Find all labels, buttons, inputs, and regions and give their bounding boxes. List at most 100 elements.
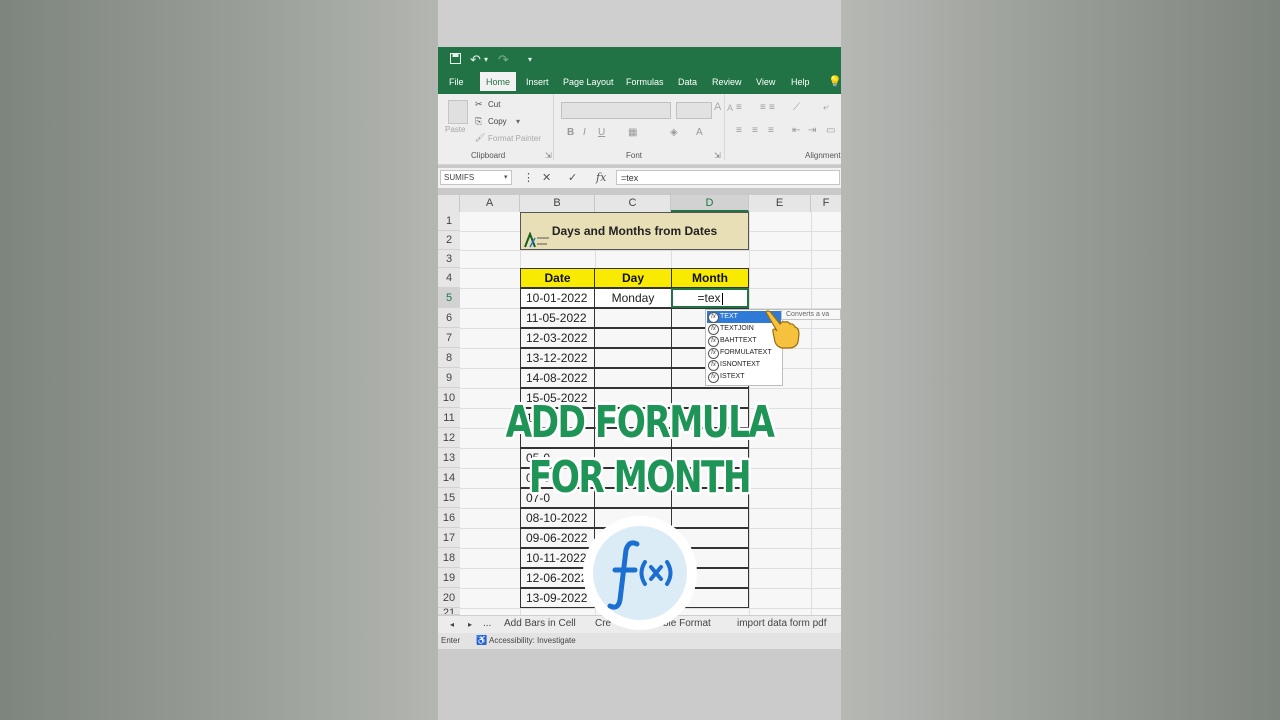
day-cell[interactable]: [594, 308, 672, 328]
increase-indent-icon[interactable]: ⇥: [808, 125, 816, 136]
clipboard-launcher-icon[interactable]: ⇲: [545, 151, 552, 160]
day-cell[interactable]: [594, 368, 672, 388]
sheet-title[interactable]: Days and Months from Dates: [520, 212, 749, 250]
select-all-corner[interactable]: [438, 195, 460, 212]
row-header[interactable]: 18: [438, 548, 460, 568]
align-center-icon[interactable]: ≡: [752, 125, 758, 136]
name-box-dropdown-icon[interactable]: ▾: [504, 173, 508, 181]
align-middle-icon[interactable]: ≡: [760, 102, 766, 113]
fill-color-icon[interactable]: ◈: [670, 127, 678, 138]
row-header[interactable]: 19: [438, 568, 460, 588]
font-color-icon[interactable]: A: [696, 127, 703, 138]
align-left-icon[interactable]: ≡: [736, 125, 742, 136]
tab-help[interactable]: Help: [791, 77, 810, 87]
date-cell[interactable]: 14-08-2022: [520, 368, 595, 388]
align-bottom-icon[interactable]: ≡: [769, 102, 775, 113]
undo-icon[interactable]: ↶: [470, 52, 481, 68]
row-header[interactable]: 3: [438, 250, 460, 268]
tab-insert[interactable]: Insert: [526, 77, 549, 87]
tab-file[interactable]: File: [449, 77, 464, 87]
autocomplete-item-isnontext[interactable]: fx ISNONTEXT: [707, 359, 781, 371]
column-header-b[interactable]: B: [520, 195, 595, 212]
scroll-left-icon[interactable]: ◂: [450, 620, 454, 629]
row-header[interactable]: 21: [438, 608, 460, 615]
row-header[interactable]: 13: [438, 448, 460, 468]
month-cell[interactable]: [671, 508, 749, 528]
enter-icon[interactable]: ✓: [568, 171, 577, 184]
column-header-a[interactable]: A: [460, 195, 520, 212]
date-cell[interactable]: 13-12-2022: [520, 348, 595, 368]
column-header-f[interactable]: F: [811, 195, 841, 212]
row-header[interactable]: 6: [438, 308, 460, 328]
copy-dropdown-icon[interactable]: ▾: [516, 117, 520, 126]
sheet-tab-import-pdf[interactable]: import data form pdf: [737, 618, 826, 629]
paste-button[interactable]: Paste: [445, 125, 465, 134]
paste-icon[interactable]: [448, 100, 468, 124]
decrease-indent-icon[interactable]: ⇤: [792, 125, 800, 136]
bold-icon[interactable]: B: [567, 127, 574, 138]
cut-button[interactable]: Cut: [488, 100, 500, 109]
column-header-e[interactable]: E: [749, 195, 811, 212]
row-header[interactable]: 7: [438, 328, 460, 348]
undo-dropdown-icon[interactable]: ▾: [484, 55, 488, 64]
redo-icon[interactable]: ↷: [498, 52, 509, 68]
scroll-right-icon[interactable]: ▸: [468, 620, 472, 629]
align-top-icon[interactable]: ≡: [736, 102, 742, 113]
customize-toolbar-icon[interactable]: ▾: [528, 55, 532, 64]
row-header[interactable]: 20: [438, 588, 460, 608]
sheet-tab-add-bars[interactable]: Add Bars in Cell: [504, 618, 576, 629]
date-cell[interactable]: 08-10-2022: [520, 508, 595, 528]
more-sheets-button[interactable]: ...: [483, 618, 491, 629]
insert-function-icon[interactable]: fx: [596, 171, 606, 184]
tab-page-layout[interactable]: Page Layout: [563, 77, 614, 87]
save-icon[interactable]: [450, 52, 461, 67]
tab-formulas[interactable]: Formulas: [626, 77, 664, 87]
row-header[interactable]: 11: [438, 408, 460, 428]
cancel-icon[interactable]: ✕: [542, 171, 551, 184]
merge-center-icon[interactable]: ▭: [826, 125, 835, 136]
decrease-font-icon[interactable]: A: [727, 103, 733, 113]
row-header[interactable]: 1: [438, 212, 460, 231]
month-active-cell[interactable]: =tex: [671, 288, 749, 308]
row-header[interactable]: 12: [438, 428, 460, 448]
name-box[interactable]: SUMIFS: [440, 170, 512, 185]
day-cell[interactable]: Monday: [594, 288, 672, 308]
row-header[interactable]: 2: [438, 231, 460, 250]
orientation-icon[interactable]: ⟋: [793, 102, 800, 113]
autocomplete-item-istext[interactable]: fx ISTEXT: [707, 371, 781, 383]
date-cell[interactable]: 11-05-2022: [520, 308, 595, 328]
row-header-active[interactable]: 5: [438, 288, 460, 308]
underline-icon[interactable]: U: [598, 127, 605, 138]
row-header[interactable]: 4: [438, 268, 460, 288]
date-cell[interactable]: 13-09-2022: [520, 588, 595, 608]
column-header-c[interactable]: C: [595, 195, 671, 212]
align-right-icon[interactable]: ≡: [768, 125, 774, 136]
font-name-box[interactable]: [561, 102, 671, 119]
tab-data[interactable]: Data: [678, 77, 697, 87]
accessibility-status[interactable]: Accessibility: Investigate: [489, 636, 576, 645]
borders-icon[interactable]: ▦: [628, 127, 637, 138]
font-launcher-icon[interactable]: ⇲: [714, 151, 721, 160]
font-size-box[interactable]: [676, 102, 712, 119]
row-header[interactable]: 8: [438, 348, 460, 368]
tab-view[interactable]: View: [756, 77, 775, 87]
date-cell[interactable]: 09-06-2022: [520, 528, 595, 548]
row-header[interactable]: 16: [438, 508, 460, 528]
day-cell[interactable]: [594, 328, 672, 348]
column-header-d[interactable]: D: [671, 195, 749, 212]
row-header[interactable]: 10: [438, 388, 460, 408]
tab-review[interactable]: Review: [712, 77, 742, 87]
row-header[interactable]: 15: [438, 488, 460, 508]
row-header[interactable]: 17: [438, 528, 460, 548]
tab-home[interactable]: Home: [480, 72, 517, 91]
italic-icon[interactable]: I: [583, 127, 586, 138]
row-header[interactable]: 9: [438, 368, 460, 388]
format-painter-button[interactable]: Format Painter: [488, 134, 541, 143]
date-cell[interactable]: 12-03-2022: [520, 328, 595, 348]
increase-font-icon[interactable]: A: [714, 101, 721, 113]
row-header[interactable]: 14: [438, 468, 460, 488]
header-month[interactable]: Month: [671, 268, 749, 288]
copy-button[interactable]: Copy: [488, 117, 507, 126]
lightbulb-icon[interactable]: 💡: [828, 75, 841, 88]
formula-input[interactable]: =tex: [616, 170, 840, 185]
